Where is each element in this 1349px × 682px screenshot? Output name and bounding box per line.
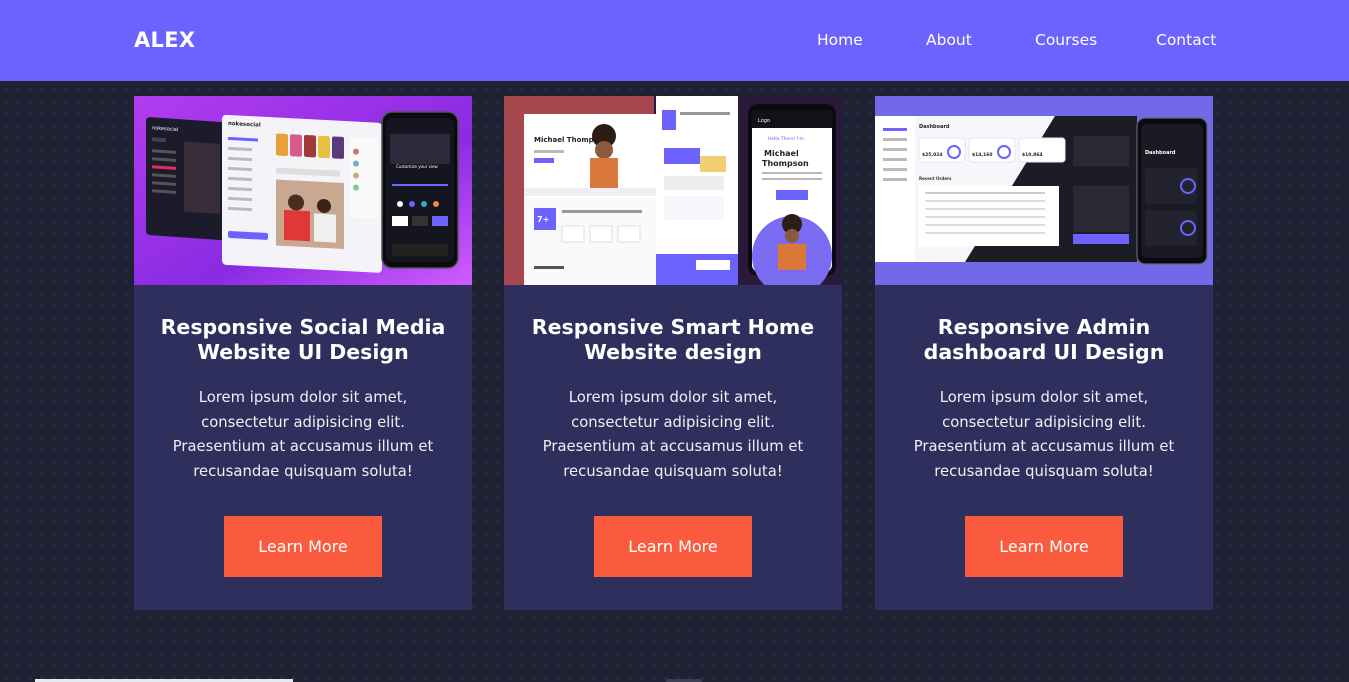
- card-title-line: Responsive Admin: [937, 315, 1151, 339]
- nav-link-courses[interactable]: Courses: [1035, 31, 1097, 49]
- svg-text:$14,160: $14,160: [972, 152, 993, 158]
- nav-link-about[interactable]: About: [926, 31, 972, 49]
- site-logo[interactable]: ALEX: [134, 28, 195, 52]
- card-description: Lorem ipsum dolor sit amet, consectetur …: [152, 386, 454, 484]
- svg-text:7+: 7+: [537, 215, 549, 224]
- navbar: ALEX Home About Courses Contact: [0, 0, 1349, 81]
- card-thumbnail-social-media: nokesocial nokesocial Customize your vie…: [134, 96, 472, 285]
- svg-text:Customize your view: Customize your view: [396, 164, 438, 169]
- svg-text:Hello There! I'm: Hello There! I'm: [768, 136, 804, 142]
- card-description: Lorem ipsum dolor sit amet, consectetur …: [893, 386, 1195, 484]
- card-thumbnail-smart-home: Michael Thompson 7+ Logo Hello There! I'…: [504, 96, 842, 285]
- card-title-line: Responsive Social Media: [160, 315, 446, 339]
- card-title-line: Website design: [584, 340, 762, 364]
- card-text-line: Praesentium at accusamus illum et: [172, 438, 434, 455]
- card-title-line: Website UI Design: [197, 340, 409, 364]
- svg-text:Michael: Michael: [764, 149, 799, 158]
- card-title: Responsive Smart Home Website design: [518, 315, 828, 365]
- svg-text:$10,864: $10,864: [1022, 152, 1043, 158]
- card-text-line: consectetur adipisicing elit.: [201, 413, 405, 431]
- card-text-line: Lorem ipsum dolor sit amet,: [198, 389, 408, 406]
- svg-text:Dashboard: Dashboard: [919, 124, 950, 130]
- card-text-line: consectetur adipisicing elit.: [942, 413, 1146, 431]
- card-title-line: Responsive Smart Home: [531, 315, 815, 339]
- card-text-line: recusandae quisquam soluta!: [563, 462, 783, 480]
- learn-more-button[interactable]: Learn More: [594, 516, 752, 577]
- card-text-line: Lorem ipsum dolor sit amet,: [568, 389, 778, 406]
- card-thumbnail-admin-dashboard: Dashboard $25,024 $14,160 $10,864 Recent…: [875, 96, 1213, 285]
- nav-link-home[interactable]: Home: [817, 31, 863, 49]
- card-text-line: Lorem ipsum dolor sit amet,: [939, 389, 1149, 406]
- nav-link-contact[interactable]: Contact: [1156, 31, 1216, 49]
- card-text-line: Praesentium at accusamus illum et: [913, 438, 1175, 455]
- card-text-line: recusandae quisquam soluta!: [934, 462, 1154, 480]
- card-title: Responsive Social Media Website UI Desig…: [148, 315, 458, 365]
- svg-text:$25,024: $25,024: [922, 152, 943, 158]
- card-text-line: consectetur adipisicing elit.: [571, 413, 775, 431]
- course-card-social-media: nokesocial nokesocial Customize your vie…: [134, 96, 472, 610]
- learn-more-button[interactable]: Learn More: [965, 516, 1123, 577]
- card-description: Lorem ipsum dolor sit amet, consectetur …: [522, 386, 824, 484]
- svg-text:Logo: Logo: [758, 118, 770, 124]
- card-title-line: dashboard UI Design: [923, 340, 1165, 364]
- learn-more-button[interactable]: Learn More: [224, 516, 382, 577]
- svg-text:Dashboard: Dashboard: [1145, 150, 1176, 156]
- course-card-smart-home: Michael Thompson 7+ Logo Hello There! I'…: [504, 96, 842, 610]
- card-title: Responsive Admin dashboard UI Design: [889, 315, 1199, 365]
- course-card-admin-dashboard: Dashboard $25,024 $14,160 $10,864 Recent…: [875, 96, 1213, 610]
- svg-text:Thompson: Thompson: [762, 159, 809, 168]
- card-text-line: recusandae quisquam soluta!: [193, 462, 413, 480]
- svg-text:Recent Orders: Recent Orders: [919, 176, 952, 181]
- card-text-line: Praesentium at accusamus illum et: [542, 438, 804, 455]
